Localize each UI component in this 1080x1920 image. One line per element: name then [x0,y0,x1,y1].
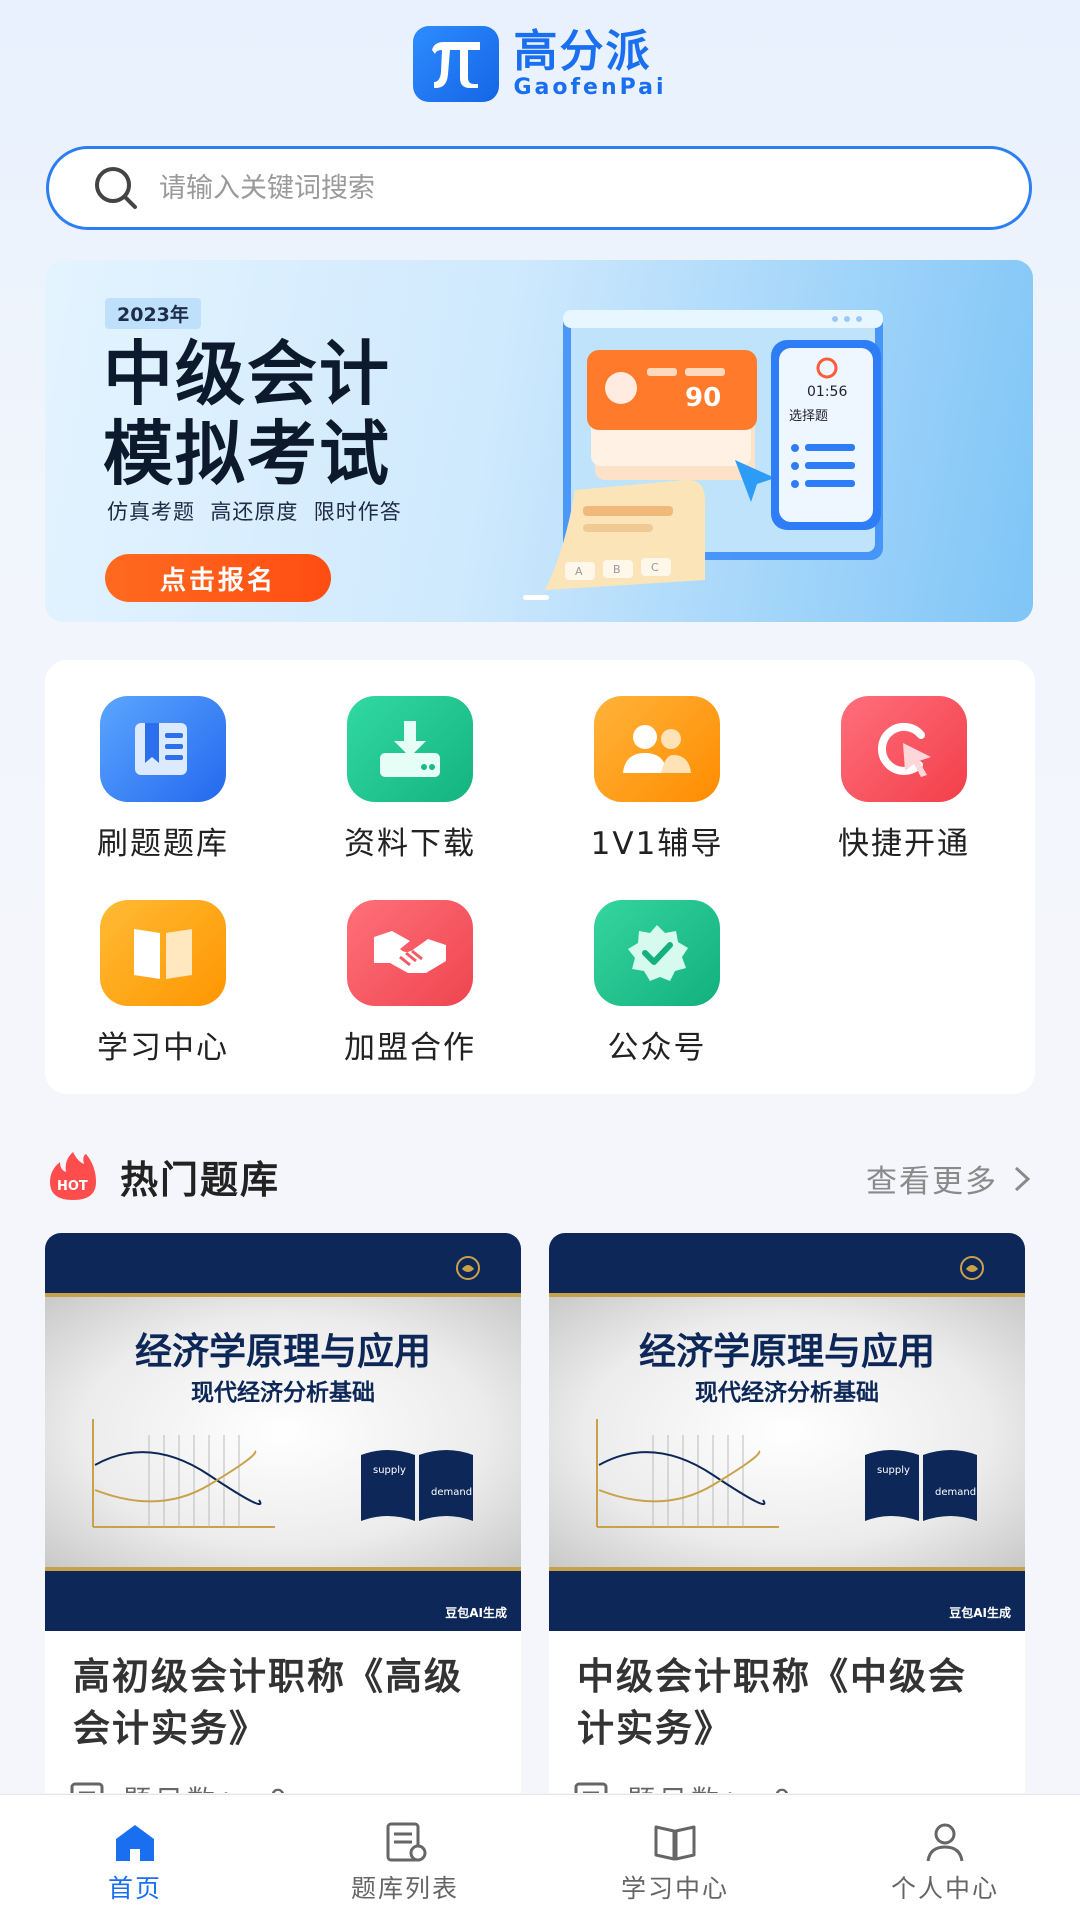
open-book-icon: supply demand [865,1450,977,1521]
course-cover: 经济学原理与应用 现代经济分析基础 supply demand 豆包AI生成 [45,1233,521,1631]
grid-label: 快捷开通 [838,826,970,862]
course-meta: 题目数： 0 [549,1755,1025,1793]
grid-label: 加盟合作 [344,1030,476,1066]
option-a: A [575,565,583,578]
question-count-value: 0 [269,1783,291,1794]
cover-title: 经济学原理与应用 [135,1329,431,1373]
grid-item-question-bank[interactable]: 刷题题库 [63,696,263,863]
nav-item-question-list[interactable]: 题库列表 [270,1795,540,1920]
search-bar[interactable] [46,146,1032,230]
search-input[interactable] [159,172,959,204]
grid-item-tutoring[interactable]: 1V1辅导 [557,696,757,863]
feature-grid: 刷题题库 资料下载 1V1辅导 快捷开通 学习中心 加盟合作 公众号 [45,660,1035,1094]
cover-watermark: 豆包AI生成 [949,1606,1011,1620]
home-icon [116,1825,154,1861]
supply-demand-chart-icon [596,1419,779,1528]
nav-label: 首页 [107,1874,162,1903]
course-meta: 题目数： 0 [45,1755,521,1793]
grid-item-downloads[interactable]: 资料下载 [310,696,510,863]
grid-label: 刷题题库 [97,826,229,862]
book-word-supply: supply [877,1465,910,1476]
view-more-label: 查看更多 [866,1164,998,1200]
banner-title-line2: 模拟考试 [103,413,391,495]
option-c: C [651,561,659,574]
grid-label: 资料下载 [344,826,476,862]
document-icon [70,1782,104,1793]
grid-item-partnership[interactable]: 加盟合作 [310,900,510,1067]
cover-watermark: 豆包AI生成 [445,1606,507,1620]
search-icon [95,167,137,209]
phone-label: 选择题 [789,409,828,424]
signup-button[interactable]: 点击报名 [105,554,331,602]
question-count-value: 0 [773,1783,795,1794]
view-more-link[interactable]: 查看更多 [866,1156,1038,1201]
banner-year-badge: 2023年 [105,298,201,329]
cover-subtitle: 现代经济分析基础 [695,1380,879,1406]
banner-title: 中级会计 模拟考试 [103,334,391,494]
hot-section-title: 热门题库 [120,1157,281,1202]
cover-subtitle: 现代经济分析基础 [191,1380,375,1406]
supply-demand-chart-icon [92,1419,275,1528]
emblem-icon [960,1256,984,1280]
verified-badge-icon [594,900,720,1006]
banner-indicator [523,595,549,600]
book-stack-icon [100,696,226,802]
users-icon [594,696,720,802]
cover-title: 经济学原理与应用 [639,1329,935,1373]
banner-title-line1: 中级会计 [103,333,391,415]
pi-logo-icon [413,26,500,102]
banner-subtitle: 仿真考题 高还原度 限时作答 [107,500,402,524]
grid-item-quick-activate[interactable]: 快捷开通 [804,696,1004,863]
grid-item-official-account[interactable]: 公众号 [557,900,757,1067]
person-icon [926,1823,964,1862]
grid-label: 学习中心 [97,1030,229,1066]
grid-item-learning-center[interactable]: 学习中心 [63,900,263,1067]
hot-flame-icon: HOT [50,1152,96,1200]
course-card[interactable]: 经济学原理与应用 现代经济分析基础 supply demand 豆包AI生成 高… [45,1233,521,1793]
app-name: 高分派 [513,26,652,77]
nav-item-learning-center[interactable]: 学习中心 [540,1795,810,1920]
grid-label: 1V1辅导 [590,826,724,862]
course-cover: 经济学原理与应用 现代经济分析基础 supply demand 豆包AI生成 [549,1233,1025,1631]
list-doc-icon [386,1822,427,1862]
chevron-right-icon [1014,1166,1031,1191]
hot-section-header: HOT 热门题库 查看更多 [48,1146,1038,1206]
nav-label: 学习中心 [620,1874,729,1903]
grid-label: 公众号 [607,1030,707,1066]
book-icon [654,1825,696,1861]
open-book-icon: supply demand [361,1450,473,1521]
phone-time: 01:56 [807,384,847,400]
app-logo: 高分派 GaofenPai [0,26,1080,102]
book-word-demand: demand [431,1487,472,1498]
score-text: 90 [685,383,721,413]
promo-banner[interactable]: 2023年 中级会计 模拟考试 仿真考题 高还原度 限时作答 点击报名 90 A… [45,260,1033,622]
refresh-cursor-icon [841,696,967,802]
course-card[interactable]: 经济学原理与应用 现代经济分析基础 supply demand 豆包AI生成 中… [549,1233,1025,1793]
question-count-label: 题目数： [627,1779,755,1793]
nav-label: 题库列表 [350,1874,459,1903]
nav-item-profile[interactable]: 个人中心 [810,1795,1080,1920]
emblem-icon [456,1256,480,1280]
download-icon [347,696,473,802]
course-title: 高初级会计职称《高级会计实务》 [73,1655,463,1750]
nav-item-home[interactable]: 首页 [0,1795,270,1920]
question-count-label: 题目数： [123,1779,251,1793]
app-name-en: GaofenPai [513,75,667,100]
handshake-icon [347,900,473,1006]
book-word-supply: supply [373,1465,406,1476]
open-book-icon [100,900,226,1006]
course-title: 中级会计职称《中级会计实务》 [577,1655,967,1750]
book-word-demand: demand [935,1487,976,1498]
exam-illustration: 90 A B C 01:56 选择题 [545,310,883,590]
option-b: B [613,563,621,576]
nav-label: 个人中心 [890,1874,999,1903]
bottom-nav: 首页 题库列表 学习中心 个人中心 [0,1794,1080,1920]
document-icon [574,1782,608,1793]
hot-badge-text: HOT [57,1179,88,1194]
